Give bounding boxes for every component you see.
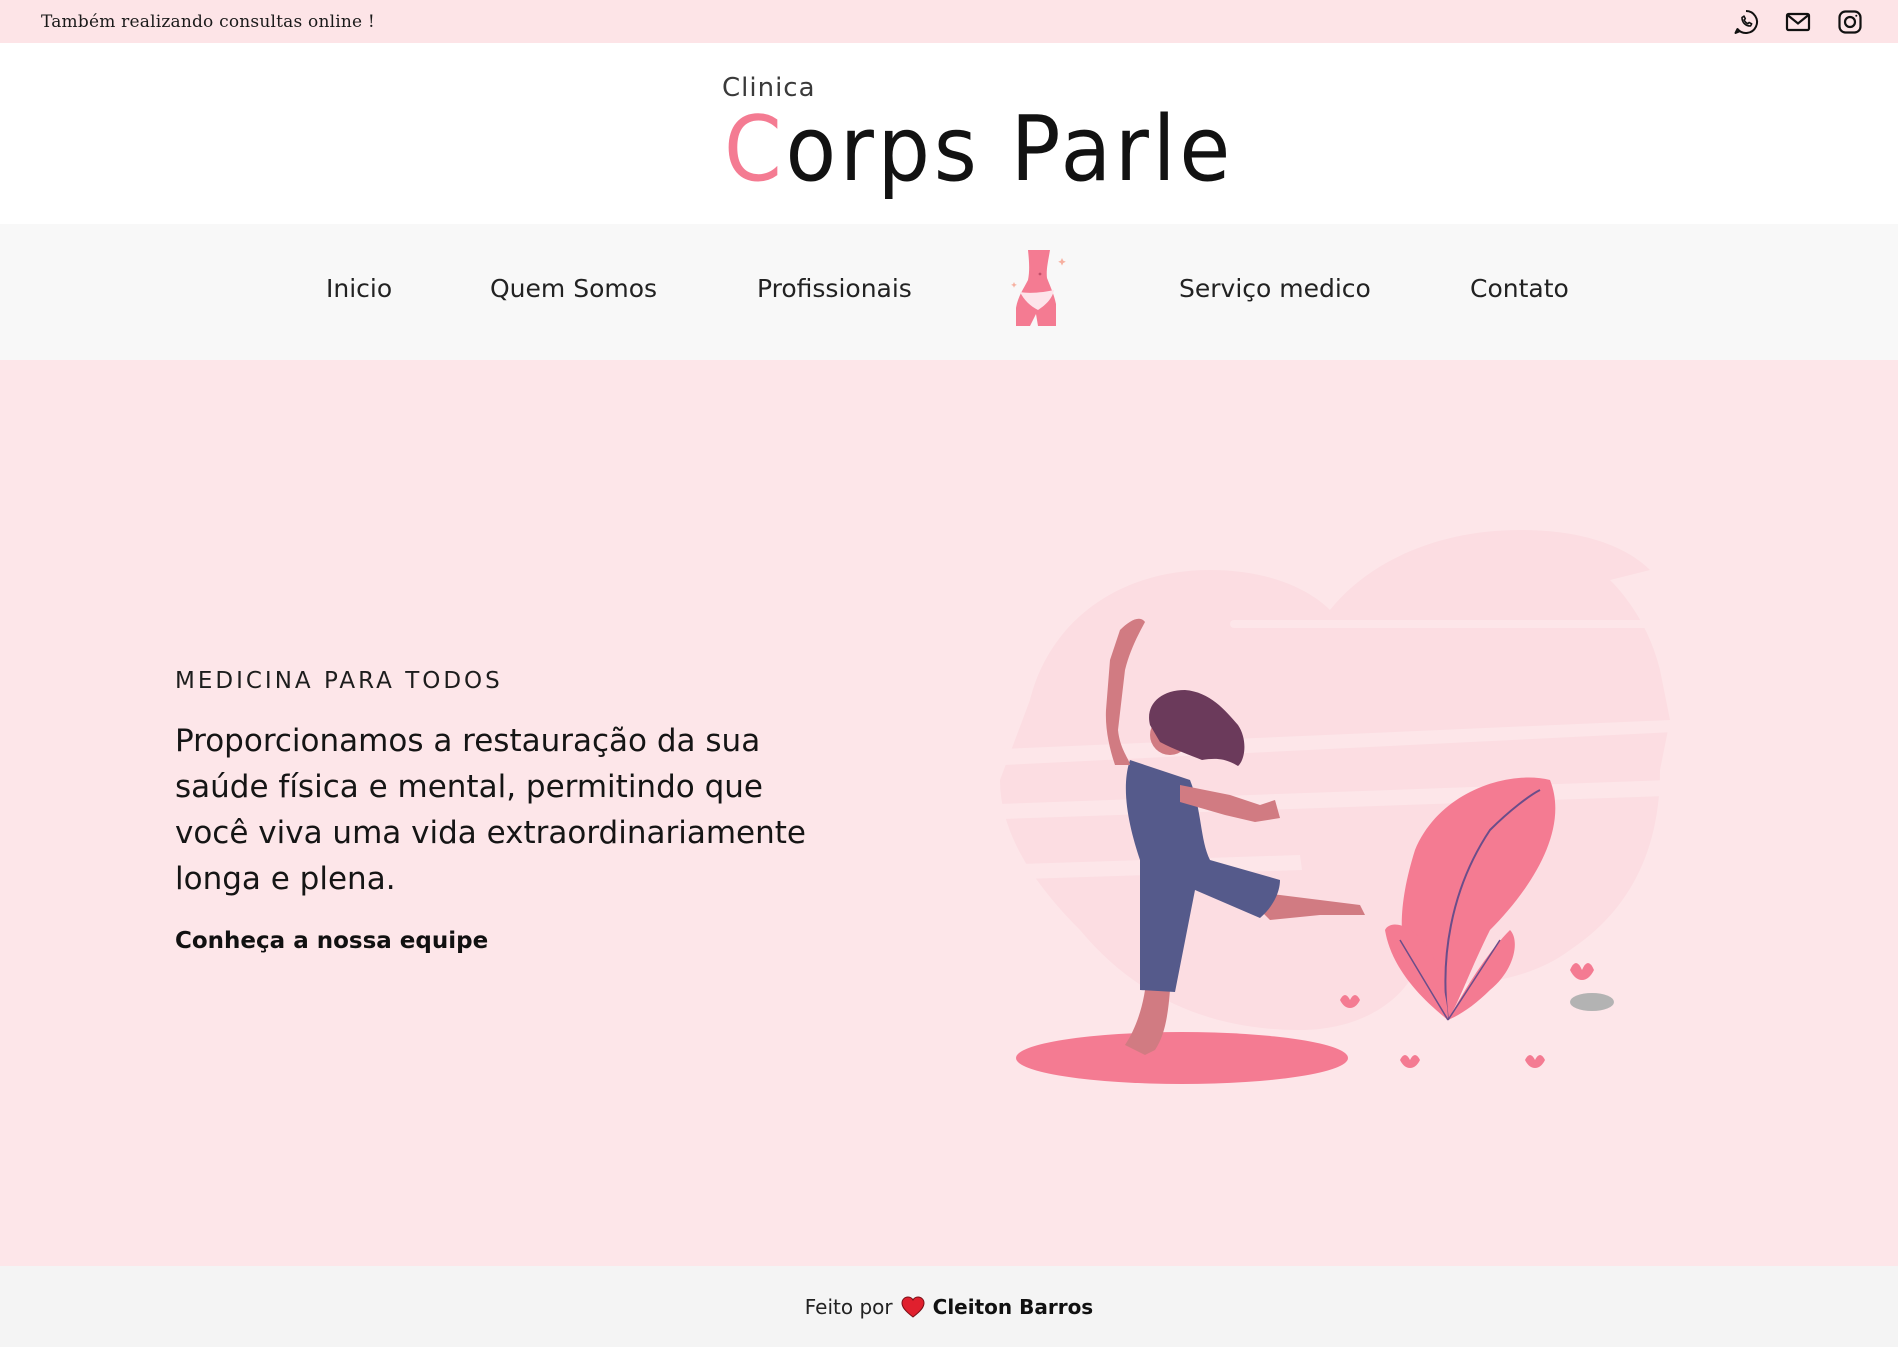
nav-item-quem-somos[interactable]: Quem Somos [490,274,657,303]
nav-item-contato[interactable]: Contato [1470,274,1569,303]
logo-title-accent: C [724,97,786,202]
logo-header: Clinica Corps Parle [0,43,1898,224]
top-bar: Também realizando consultas online ! [0,0,1898,43]
main-nav: Inicio Quem Somos Profissionais Serviço … [0,224,1898,360]
logo-title-rest: orps Parle [785,97,1234,202]
nav-item-servico-medico[interactable]: Serviço medico [1179,274,1371,303]
team-link[interactable]: Conheça a nossa equipe [175,928,488,954]
whatsapp-icon[interactable] [1732,8,1760,36]
body-silhouette-icon[interactable] [1010,248,1070,328]
nav-item-inicio[interactable]: Inicio [326,274,392,303]
hero-kicker: MEDICINA PARA TODOS [175,668,503,694]
online-consult-notice: Também realizando consultas online ! [41,11,375,32]
instagram-icon[interactable] [1836,8,1864,36]
footer-prefix: Feito por [804,1294,893,1319]
nav-item-profissionais[interactable]: Profissionais [757,274,912,303]
dancing-woman-illustration [970,510,1730,1120]
heart-icon [901,1295,925,1318]
logo-title: Corps Parle [724,95,1234,205]
site-footer: Feito por Cleiton Barros [0,1266,1898,1347]
site-logo[interactable]: Clinica Corps Parle [722,73,1230,203]
social-icons [1732,8,1864,36]
hero-section: MEDICINA PARA TODOS Proporcionamos a res… [0,360,1898,1266]
footer-author[interactable]: Cleiton Barros [933,1295,1094,1319]
mail-icon[interactable] [1784,8,1812,36]
hero-description: Proporcionamos a restauração da sua saúd… [175,723,806,897]
